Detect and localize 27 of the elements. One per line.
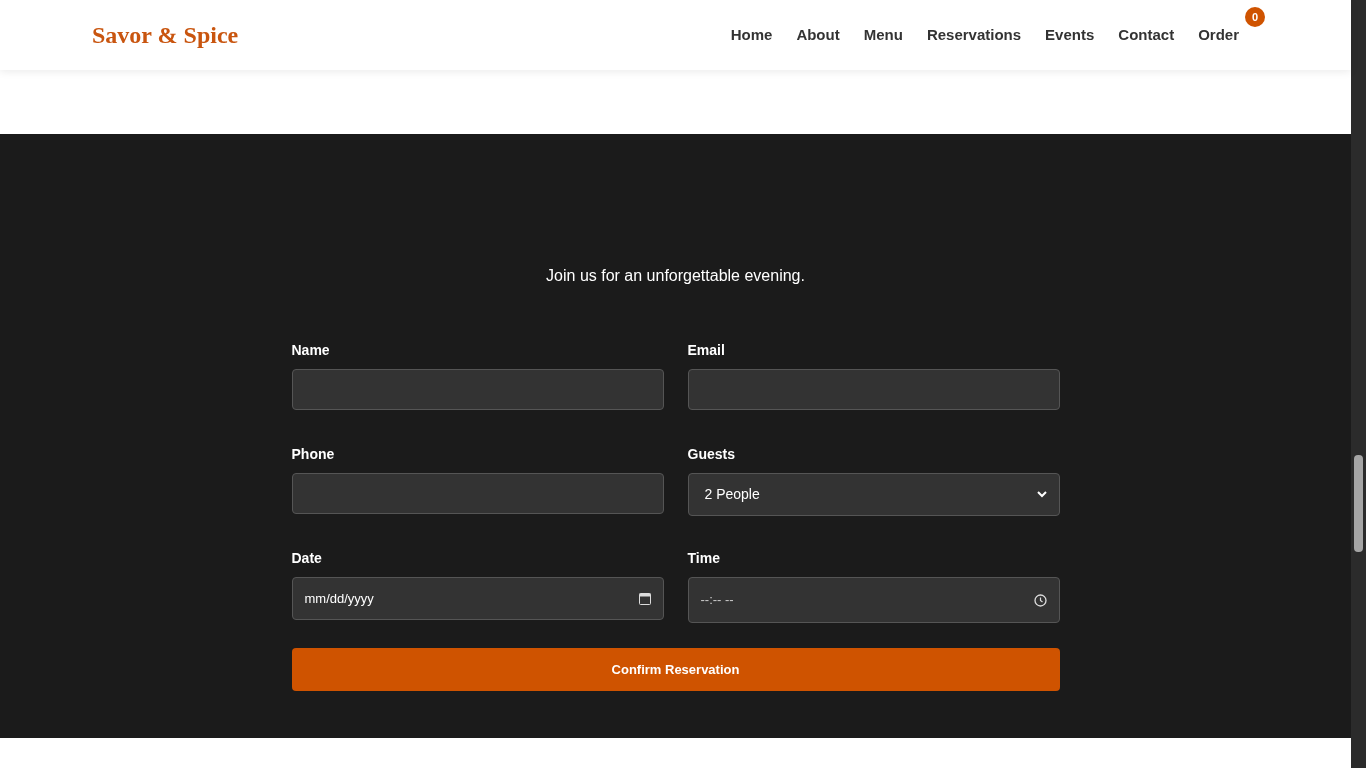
scrollbar[interactable] bbox=[1351, 0, 1366, 768]
intro-text: Join us for an unforgettable evening. bbox=[546, 266, 805, 286]
nav-link[interactable]: Order bbox=[1198, 26, 1239, 43]
nav-link[interactable]: Events bbox=[1045, 26, 1095, 43]
nav-link[interactable]: Home bbox=[730, 26, 773, 43]
clock-icon bbox=[1033, 593, 1047, 607]
date-field[interactable]: mm/dd/yyyy bbox=[291, 577, 664, 620]
field-label: Time bbox=[687, 549, 721, 567]
nav-link[interactable]: Menu bbox=[863, 26, 903, 43]
confirm-reservation-button[interactable]: Confirm Reservation bbox=[291, 648, 1060, 691]
brand-logo[interactable]: Savor & Spice bbox=[92, 17, 239, 53]
field-label: Guests bbox=[687, 445, 736, 463]
field-label: Email bbox=[687, 341, 726, 359]
field-label: Date bbox=[291, 549, 323, 567]
nav-link[interactable]: Reservations bbox=[926, 26, 1022, 43]
time-field[interactable]: --:-- -- bbox=[687, 577, 1060, 623]
nav-link[interactable]: About bbox=[796, 26, 840, 43]
input-field[interactable] bbox=[291, 473, 664, 514]
guests-dropdown[interactable]: 2 People bbox=[687, 473, 1060, 516]
input-field[interactable] bbox=[687, 369, 1060, 410]
field-label: Name bbox=[291, 341, 331, 359]
cart-count-badge: 0 bbox=[1245, 7, 1265, 27]
field-label: Phone bbox=[291, 445, 336, 463]
input-field[interactable] bbox=[291, 369, 664, 410]
nav-link[interactable]: Contact bbox=[1118, 26, 1175, 43]
chevron-down-icon bbox=[1036, 491, 1047, 498]
calendar-icon bbox=[638, 592, 651, 605]
